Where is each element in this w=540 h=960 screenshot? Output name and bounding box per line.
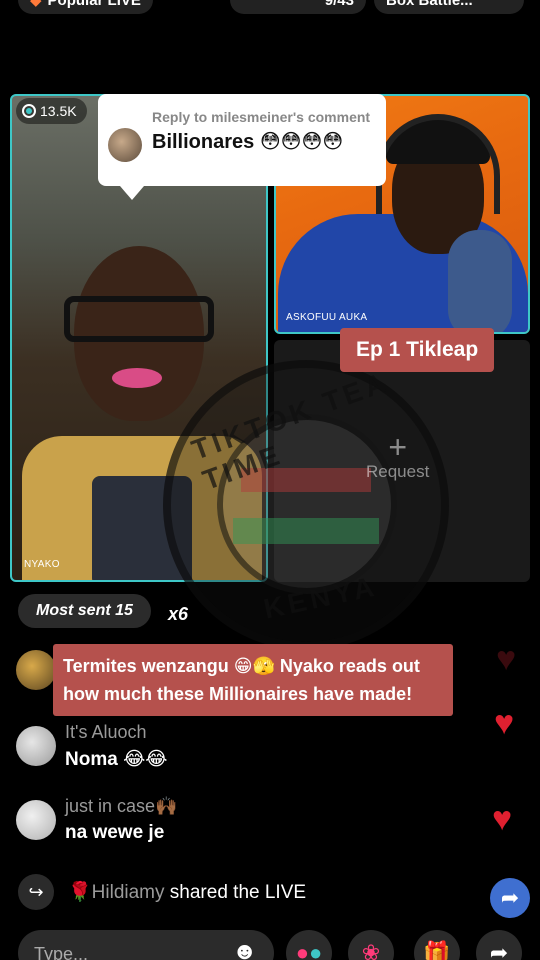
- pinned-avatar[interactable]: [16, 650, 56, 690]
- reply-header: Reply to milesmeiner's comment: [152, 109, 371, 125]
- heart-icon: ♥: [496, 640, 517, 678]
- host-right-name: ASKOFUU AUKA: [286, 312, 368, 323]
- heart-icon: ♥: [492, 800, 513, 838]
- popular-live-label: Popular LIVE: [47, 0, 141, 9]
- share-text: shared the LIVE: [169, 882, 307, 903]
- rank-label: 9/43: [324, 0, 354, 9]
- pinned-comment: Termites wenzangu 😁🫣 Nyako reads out how…: [53, 644, 453, 716]
- viewer-count: 13.5K: [40, 103, 77, 119]
- comment-avatar[interactable]: [16, 726, 56, 766]
- comment-author[interactable]: just in case🙌🏾: [65, 796, 177, 817]
- microphone-shape: [448, 230, 512, 332]
- reply-avatar: [108, 128, 142, 162]
- viewer-count-badge[interactable]: 13.5K: [16, 98, 87, 124]
- share-fab-icon: ➦: [500, 885, 520, 910]
- share-arrow-icon: ↪: [18, 874, 54, 910]
- comment-author[interactable]: It's Aluoch: [65, 722, 146, 743]
- rose-gift-icon[interactable]: ❀: [348, 930, 394, 960]
- rank-pill[interactable]: 9/43: [230, 0, 366, 14]
- gift-icon[interactable]: 🎁: [414, 930, 460, 960]
- request-button[interactable]: + Request: [366, 429, 430, 482]
- share-button[interactable]: ➦: [490, 878, 530, 918]
- popular-live-pill[interactable]: ◆ Popular LIVE: [18, 0, 153, 14]
- flame-icon: ◆: [30, 0, 42, 9]
- box-battle-label: Box Battle...: [386, 0, 473, 9]
- tiktok-tea-time-logo: TIKTOK TEA TIME KENYA: [163, 360, 449, 650]
- live-dot-icon: [22, 104, 36, 118]
- emoji-icon[interactable]: ☻: [232, 938, 257, 960]
- woman-glasses-shape: [64, 296, 214, 342]
- request-label: Request: [366, 462, 430, 481]
- woman-lips-shape: [112, 368, 162, 388]
- host-left-name: NYAKO: [24, 559, 60, 570]
- most-sent-badge[interactable]: Most sent 15: [18, 594, 151, 628]
- headset-shape: [376, 114, 500, 214]
- plus-icon: +: [388, 429, 407, 465]
- share-notice: ↪ 🌹Hildiamy shared the LIVE: [18, 874, 306, 910]
- episode-badge: Ep 1 Tikleap: [340, 328, 495, 372]
- comment-text: na wewe je: [65, 822, 165, 843]
- multi-guest-icon[interactable]: ● ●: [286, 930, 332, 960]
- reply-comment-card: Reply to milesmeiner's comment Billionar…: [98, 94, 386, 200]
- comment-text: Noma 😂😂: [65, 749, 168, 770]
- reply-body: Billionares 😳😳😳😳: [152, 131, 344, 153]
- heart-icon: ♥: [494, 704, 515, 742]
- gift-multiplier: x6: [168, 604, 189, 624]
- comment-avatar[interactable]: [16, 800, 56, 840]
- share-user[interactable]: 🌹Hildiamy: [68, 882, 165, 903]
- share-icon[interactable]: ➦: [476, 930, 522, 960]
- box-battle-pill[interactable]: Box Battle...: [374, 0, 524, 14]
